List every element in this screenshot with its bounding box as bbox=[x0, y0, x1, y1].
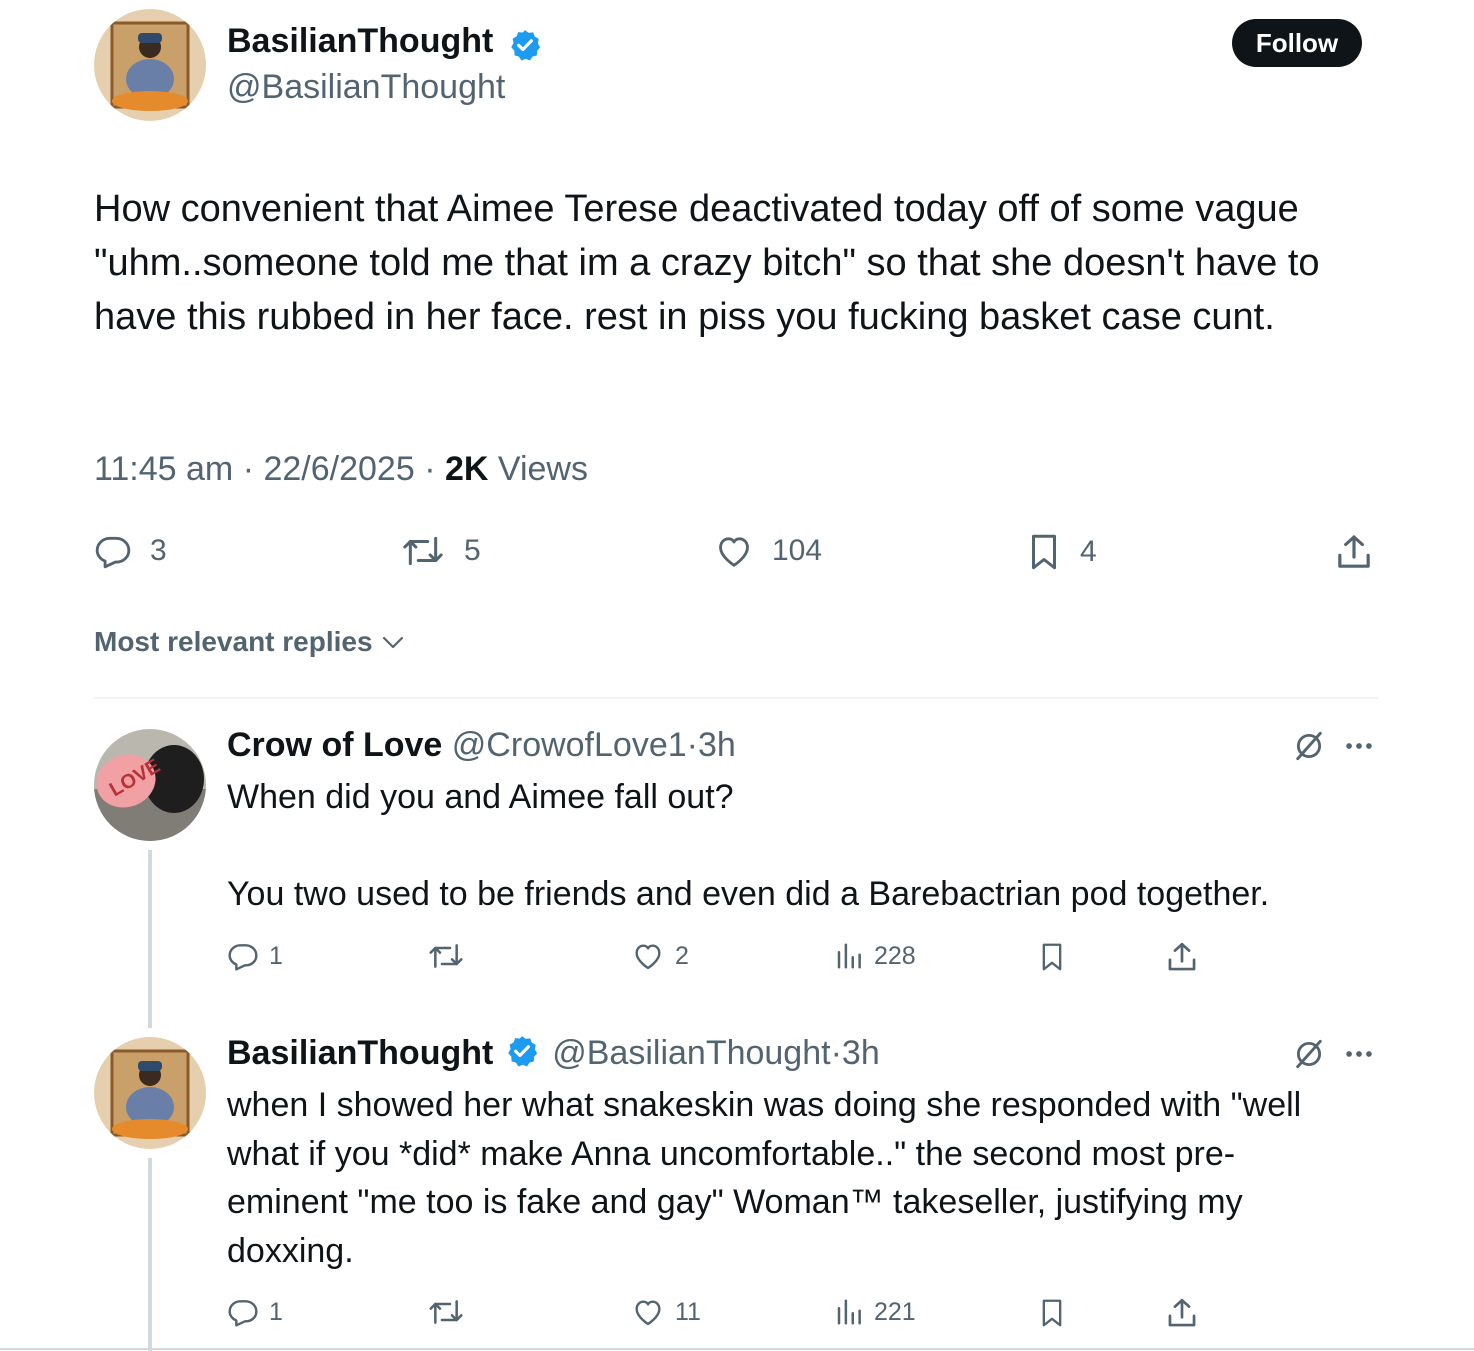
bookmark-icon bbox=[1032, 534, 1056, 570]
tweet-time[interactable]: 11:45 am bbox=[94, 450, 233, 488]
bookmark-count: 4 bbox=[1080, 535, 1097, 568]
reply-button[interactable]: 1 bbox=[227, 940, 283, 972]
reply-time[interactable]: 3h bbox=[698, 726, 736, 764]
thread-connector bbox=[148, 1158, 152, 1351]
author-name-text[interactable]: BasilianThought bbox=[227, 22, 493, 60]
reply-count: 1 bbox=[269, 1297, 283, 1326]
reply-text-line: When did you and Aimee fall out? bbox=[227, 778, 734, 816]
views-count: 221 bbox=[874, 1297, 916, 1326]
bookmark-icon bbox=[1042, 1299, 1062, 1327]
views-icon bbox=[837, 1299, 861, 1325]
like-button[interactable]: 2 bbox=[631, 940, 689, 972]
main-author-avatar[interactable] bbox=[94, 9, 206, 121]
reply-count: 1 bbox=[269, 941, 283, 970]
chevron-down-icon bbox=[382, 636, 403, 649]
reply-icon bbox=[228, 1300, 258, 1327]
reply-author-name[interactable]: Crow of Love bbox=[227, 726, 442, 764]
repost-icon bbox=[403, 536, 443, 566]
tweet-date[interactable]: 22/6/2025 bbox=[263, 450, 414, 488]
share-icon bbox=[1338, 535, 1370, 568]
like-icon bbox=[635, 1300, 661, 1326]
reply-author-avatar[interactable] bbox=[94, 1037, 206, 1149]
like-count: 104 bbox=[772, 534, 823, 567]
views-icon bbox=[837, 943, 861, 969]
reply-icon bbox=[95, 536, 131, 569]
meta-separator: · bbox=[830, 1034, 842, 1072]
divider bbox=[94, 697, 1378, 699]
sort-label: Most relevant replies bbox=[94, 626, 373, 657]
reply-header: BasilianThought @BasilianThought·3h bbox=[227, 1034, 880, 1073]
bottom-divider bbox=[0, 1348, 1474, 1350]
tweet-metadata: 11:45 am · 22/6/2025 · 2K Views bbox=[94, 450, 588, 489]
repost-button[interactable] bbox=[426, 1296, 466, 1328]
reply-time[interactable]: 3h bbox=[842, 1034, 880, 1072]
share-icon bbox=[1168, 942, 1196, 971]
share-button[interactable] bbox=[1165, 940, 1199, 974]
repost-button[interactable] bbox=[426, 940, 466, 972]
reply-author-handle[interactable]: @BasilianThought bbox=[552, 1034, 830, 1072]
meta-separator: · bbox=[686, 726, 698, 764]
reply-icon bbox=[228, 944, 258, 971]
reply-header: Crow of Love @CrowofLove1·3h bbox=[227, 726, 736, 765]
share-button[interactable] bbox=[1334, 532, 1374, 572]
views-count: 2K bbox=[444, 450, 489, 488]
meta-separator: · bbox=[424, 450, 436, 488]
reply-author-avatar[interactable]: LOVE bbox=[94, 729, 206, 841]
share-icon bbox=[1168, 1298, 1196, 1327]
views-button[interactable]: 221 bbox=[834, 1296, 916, 1328]
repost-icon bbox=[429, 944, 463, 968]
main-author-handle[interactable]: @BasilianThought bbox=[227, 68, 505, 107]
meta-separator: · bbox=[242, 450, 255, 488]
bookmark-button[interactable] bbox=[1038, 1296, 1066, 1330]
grok-icon[interactable] bbox=[1292, 729, 1326, 763]
reply-count: 3 bbox=[150, 534, 167, 567]
like-button[interactable]: 11 bbox=[631, 1296, 701, 1328]
more-icon[interactable] bbox=[1342, 1037, 1376, 1071]
thread-connector bbox=[148, 850, 152, 1028]
like-icon bbox=[635, 944, 661, 970]
follow-button[interactable]: Follow bbox=[1232, 19, 1362, 67]
main-author-name[interactable]: BasilianThought bbox=[227, 22, 493, 61]
like-count: 11 bbox=[675, 1297, 701, 1326]
repost-button[interactable]: 5 bbox=[400, 532, 481, 570]
bookmark-button[interactable]: 4 bbox=[1026, 532, 1097, 572]
replies-sort-dropdown[interactable]: Most relevant replies bbox=[94, 626, 405, 658]
reply-button[interactable]: 1 bbox=[227, 1296, 283, 1328]
reply-text-line: You two used to be friends and even did … bbox=[227, 875, 1270, 913]
grok-icon[interactable] bbox=[1292, 1037, 1326, 1071]
share-button[interactable] bbox=[1165, 1296, 1199, 1330]
like-icon bbox=[719, 537, 749, 567]
reply-author-name[interactable]: BasilianThought bbox=[227, 1034, 493, 1072]
views-label: Views bbox=[497, 450, 588, 488]
reply-author-handle[interactable]: @CrowofLove1 bbox=[452, 726, 687, 764]
verified-badge-icon bbox=[511, 30, 541, 61]
like-button[interactable]: 104 bbox=[714, 532, 822, 570]
main-tweet-text: How convenient that Aimee Terese deactiv… bbox=[94, 188, 1320, 338]
reply-text: when I showed her what snakeskin was doi… bbox=[227, 1086, 1302, 1270]
repost-count: 5 bbox=[464, 534, 481, 567]
repost-icon bbox=[429, 1300, 463, 1324]
like-count: 2 bbox=[675, 941, 689, 970]
views-count: 228 bbox=[874, 941, 916, 970]
reply-text: When did you and Aimee fall out? You two… bbox=[227, 773, 1397, 919]
views-button[interactable]: 228 bbox=[834, 940, 916, 972]
more-icon[interactable] bbox=[1342, 729, 1376, 763]
reply-button[interactable]: 3 bbox=[94, 532, 167, 570]
bookmark-button[interactable] bbox=[1038, 940, 1066, 974]
verified-badge-icon bbox=[508, 1036, 537, 1067]
bookmark-icon bbox=[1042, 943, 1062, 971]
